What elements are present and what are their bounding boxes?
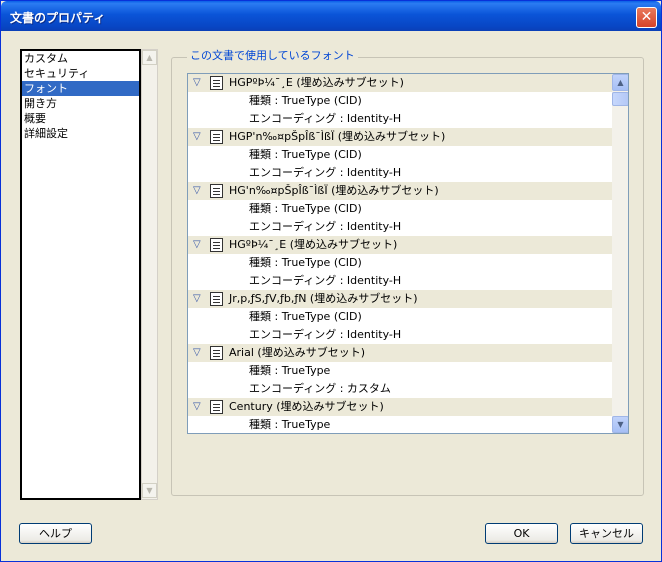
expand-triangle-icon[interactable]: ▽ [193,240,205,250]
font-entry-row[interactable]: ▽ Arial (埋め込みサブセット) [188,344,612,362]
font-name: Jr,p,ƒS,ƒV,ƒb,ƒN (埋め込みサブセット) [229,292,418,305]
font-name: HGºÞ¼¯¸E (埋め込みサブセット) [229,238,398,251]
font-detail-row[interactable]: エンコーディング : Identity-H [188,272,612,290]
font-detail-row[interactable]: 種類 : TrueType (CID) [188,254,612,272]
font-name: HGP'n‰¤pŠpÎß¯ÌßÏ (埋め込みサブセット) [229,130,446,143]
close-button[interactable]: ✕ [636,7,657,28]
expand-triangle-icon[interactable]: ▽ [193,348,205,358]
font-detail-row[interactable]: 種類 : TrueType (CID) [188,200,612,218]
cancel-button[interactable]: キャンセル [570,523,643,544]
font-document-icon [210,130,223,144]
font-entry-row[interactable]: ▽ HGPºÞ¼¯¸E (埋め込みサブセット) [188,74,612,92]
font-document-icon [210,400,223,414]
ok-button[interactable]: OK [485,523,558,544]
font-detail-text: エンコーディング : Identity-H [249,166,402,179]
font-detail-text: 種類 : TrueType [249,418,331,431]
font-entry-row[interactable]: ▽ Jr,p,ƒS,ƒV,ƒb,ƒN (埋め込みサブセット) [188,290,612,308]
font-detail-text: 種類 : TrueType (CID) [249,310,362,323]
dialog-window: 文書のプロパティ ✕ カスタム セキュリティ フォント 開き方 概要 詳細設定 ▲ ▼ こ… [0,0,662,562]
font-entry-row[interactable]: ▽ HGP'n‰¤pŠpÎß¯ÌßÏ (埋め込みサブセット) [188,128,612,146]
category-list-scrollbar[interactable]: ▲ ▼ [141,49,158,500]
sidebar-item[interactable]: セキュリティ [22,66,139,81]
category-list[interactable]: カスタム セキュリティ フォント 開き方 概要 詳細設定 [20,49,141,500]
scroll-up-icon[interactable]: ▲ [612,74,628,91]
font-detail-row[interactable]: エンコーディング : カスタム [188,380,612,398]
window-title: 文書のプロパティ [10,11,106,25]
font-document-icon [210,346,223,360]
expand-triangle-icon[interactable]: ▽ [193,78,205,88]
font-detail-row[interactable]: 種類 : TrueType (CID) [188,308,612,326]
font-name: HGPºÞ¼¯¸E (埋め込みサブセット) [229,76,404,89]
font-detail-text: 種類 : TrueType (CID) [249,256,362,269]
font-name: HG'n‰¤pŠpÎß¯ÌßÏ (埋め込みサブセット) [229,184,439,197]
font-detail-text: エンコーディング : Identity-H [249,220,402,233]
font-name: Century (埋め込みサブセット) [229,400,384,413]
font-detail-row[interactable]: 種類 : TrueType [188,362,612,380]
fonts-group-legend: この文書で使用しているフォント [187,47,358,63]
font-detail-row[interactable]: エンコーディング : Identity-H [188,218,612,236]
sidebar-item[interactable]: 開き方 [22,96,139,111]
font-detail-row[interactable]: 種類 : TrueType (CID) [188,92,612,110]
expand-triangle-icon[interactable]: ▽ [193,294,205,304]
font-detail-row[interactable]: エンコーディング : Identity-H [188,326,612,344]
title-bar[interactable]: 文書のプロパティ ✕ [1,1,661,31]
font-document-icon [210,184,223,198]
font-tree[interactable]: ▽ HGPºÞ¼¯¸E (埋め込みサブセット) 種類 : TrueType (CID… [187,73,629,434]
font-entry-row[interactable]: ▽ HGºÞ¼¯¸E (埋め込みサブセット) [188,236,612,254]
scroll-up-icon[interactable]: ▲ [142,50,157,65]
help-button[interactable]: ヘルプ [19,523,92,544]
font-tree-rows: ▽ HGPºÞ¼¯¸E (埋め込みサブセット) 種類 : TrueType (CID… [188,74,612,433]
font-entry-row[interactable]: ▽ Century (埋め込みサブセット) [188,398,612,416]
font-entry-row[interactable]: ▽ HG'n‰¤pŠpÎß¯ÌßÏ (埋め込みサブセット) [188,182,612,200]
font-detail-text: 種類 : TrueType (CID) [249,94,362,107]
font-detail-text: 種類 : TrueType [249,364,331,377]
expand-triangle-icon[interactable]: ▽ [193,186,205,196]
scroll-thumb[interactable] [612,92,628,106]
scroll-down-icon[interactable]: ▼ [612,416,628,433]
sidebar-item[interactable]: 詳細設定 [22,126,139,141]
sidebar-item[interactable]: 概要 [22,111,139,126]
font-document-icon [210,292,223,306]
font-detail-text: エンコーディング : カスタム [249,382,391,395]
font-detail-row[interactable]: 種類 : TrueType [188,416,612,433]
font-tree-scrollbar[interactable]: ▲ ▼ [612,74,628,433]
font-detail-text: エンコーディング : Identity-H [249,274,402,287]
sidebar-item[interactable]: カスタム [22,51,139,66]
sidebar-item[interactable]: フォント [22,81,139,96]
scroll-down-icon[interactable]: ▼ [142,483,157,498]
font-document-icon [210,238,223,252]
font-document-icon [210,76,223,90]
expand-triangle-icon[interactable]: ▽ [193,132,205,142]
font-detail-text: エンコーディング : Identity-H [249,112,402,125]
font-detail-row[interactable]: エンコーディング : Identity-H [188,164,612,182]
font-detail-row[interactable]: 種類 : TrueType (CID) [188,146,612,164]
font-detail-text: 種類 : TrueType (CID) [249,202,362,215]
font-detail-text: 種類 : TrueType (CID) [249,148,362,161]
font-name: Arial (埋め込みサブセット) [229,346,365,359]
font-detail-text: エンコーディング : Identity-H [249,328,402,341]
expand-triangle-icon[interactable]: ▽ [193,402,205,412]
font-detail-row[interactable]: エンコーディング : Identity-H [188,110,612,128]
